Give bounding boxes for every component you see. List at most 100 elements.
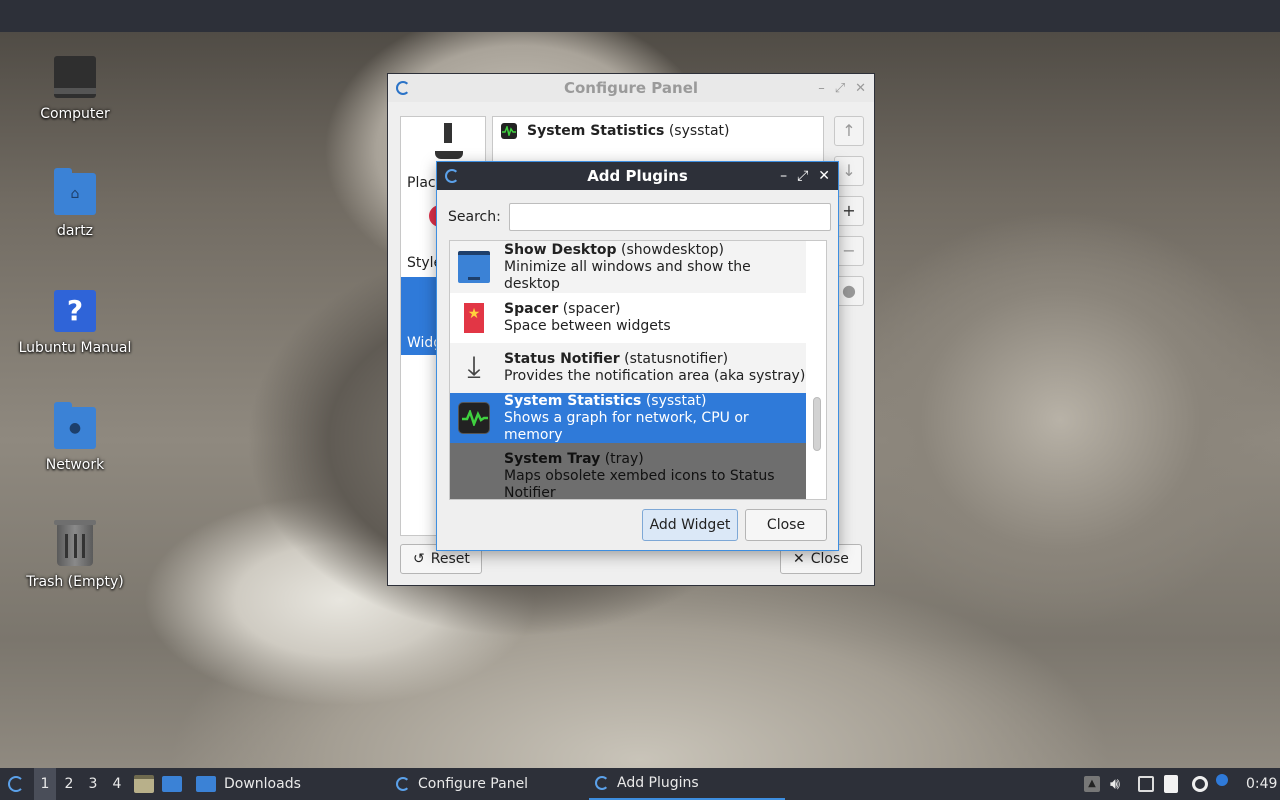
- tray-network[interactable]: [1138, 768, 1154, 800]
- quicklaunch-show-desktop[interactable]: [162, 768, 182, 800]
- lubuntu-logo-icon: [8, 776, 24, 792]
- quicklaunch-file-manager[interactable]: [134, 768, 154, 800]
- scrollbar[interactable]: [806, 241, 826, 499]
- list-item[interactable]: Spacer (spacer)Space between widgets: [450, 293, 806, 343]
- plugin-name: Status Notifier: [504, 351, 620, 367]
- desktop-icon-computer[interactable]: Computer: [10, 52, 140, 142]
- network-icon: [1138, 776, 1154, 792]
- show-desktop-icon: [162, 776, 182, 792]
- plugin-name: Show Desktop: [504, 241, 617, 258]
- folder-icon: [196, 776, 216, 792]
- desktop-icon-label: Lubuntu Manual: [18, 340, 132, 356]
- wrench-icon: [435, 123, 463, 159]
- close-icon[interactable]: ✕: [855, 81, 866, 96]
- minimize-icon[interactable]: –: [780, 168, 787, 184]
- clock[interactable]: 0:49: [1246, 768, 1277, 800]
- home-folder-icon: ⌂: [54, 168, 96, 215]
- lubuntu-logo-icon: [595, 776, 609, 790]
- window-titlebar[interactable]: Configure Panel – ⤢ ✕: [388, 74, 874, 102]
- desktop-icon-network[interactable]: ● Network: [10, 402, 140, 493]
- plugin-id: (statusnotifier): [624, 351, 729, 367]
- desktop-icon-label: dartz: [56, 223, 94, 239]
- sysstat-icon: [458, 402, 490, 434]
- task-label: Downloads: [224, 776, 301, 792]
- move-up-button[interactable]: ↑: [834, 116, 864, 146]
- desktop-icon-label: Computer: [40, 106, 110, 122]
- search-label: Search:: [448, 209, 501, 225]
- plugin-name: System Statistics: [504, 392, 642, 409]
- desktop-icon-trash[interactable]: Trash (Empty): [10, 520, 140, 610]
- tray-volume[interactable]: 🔊︎: [1110, 768, 1120, 800]
- close-icon: ✕: [793, 551, 805, 567]
- add-plugins-dialog: Add Plugins – ⤢ ✕ Search: Show Desktop (…: [436, 161, 839, 551]
- add-widget-button[interactable]: Add Widget: [642, 509, 738, 541]
- desktop-switch-4[interactable]: 4: [106, 768, 128, 800]
- chevron-up-icon: ▲: [1084, 776, 1100, 792]
- list-item-selected[interactable]: System Statistics (sysstat) Shows a graph…: [450, 393, 806, 443]
- dialog-titlebar[interactable]: Add Plugins – ⤢ ✕: [437, 162, 838, 190]
- start-menu-button[interactable]: [4, 768, 28, 800]
- plugin-name: Spacer: [504, 301, 559, 317]
- reset-label: Reset: [430, 551, 470, 567]
- minimize-icon[interactable]: –: [818, 81, 825, 96]
- plugin-list[interactable]: Show Desktop (showdesktop) Minimize all w…: [449, 240, 827, 500]
- plugin-name: System Statistics: [527, 123, 665, 139]
- lubuntu-logo-icon: [396, 777, 410, 791]
- desktop-switch-1[interactable]: 1: [34, 768, 56, 800]
- list-item[interactable]: Show Desktop (showdesktop) Minimize all w…: [450, 241, 806, 293]
- plugin-name: System Tray: [504, 451, 601, 467]
- plugin-desc: Maps obsolete xembed icons to Status Not…: [504, 468, 775, 500]
- volume-icon: 🔊︎: [1110, 774, 1121, 793]
- task-configure-panel[interactable]: Configure Panel: [390, 768, 534, 800]
- desktop-icon-manual[interactable]: ? Lubuntu Manual: [10, 286, 140, 376]
- sysstat-icon: [501, 123, 517, 139]
- plugin-id: (spacer): [562, 301, 621, 317]
- search-input[interactable]: [508, 203, 831, 231]
- help-icon: ?: [54, 290, 96, 332]
- plugin-desc: Shows a graph for network, CPU or memory: [504, 409, 749, 443]
- taskbar: 1 2 3 4 Downloads Configure Panel Add Pl…: [0, 768, 1280, 800]
- update-icon: [1192, 776, 1208, 792]
- plugin-id: (sysstat): [668, 123, 730, 139]
- list-item[interactable]: System Tray (tray) Maps obsolete xembed i…: [450, 443, 806, 500]
- file-manager-icon: [134, 775, 154, 793]
- desktop-icon-home[interactable]: ⌂ dartz: [10, 168, 140, 259]
- tray-updates[interactable]: [1192, 768, 1208, 800]
- tray-icon: [458, 457, 490, 489]
- download-arrow-icon: ⤓: [467, 350, 481, 385]
- dialog-title: Add Plugins: [587, 167, 688, 185]
- desktop-icon-label: Trash (Empty): [26, 574, 124, 590]
- plugin-desc: Space between widgets: [504, 318, 671, 334]
- plugin-desc: Minimize all windows and show the deskto…: [504, 258, 751, 292]
- maximize-icon[interactable]: ⤢: [835, 81, 845, 96]
- desktop-switch-2[interactable]: 2: [58, 768, 80, 800]
- trash-icon: [54, 520, 96, 566]
- undo-icon: ↺: [413, 551, 425, 567]
- window-title: Configure Panel: [563, 79, 699, 97]
- task-downloads[interactable]: Downloads: [190, 768, 307, 800]
- top-bar: [0, 0, 1280, 32]
- desktop-icon-label: Network: [45, 457, 105, 473]
- clipboard-icon: [1164, 775, 1178, 793]
- tray-notifications[interactable]: [1216, 768, 1228, 800]
- show-desktop-icon: [458, 251, 490, 283]
- network-folder-icon: ●: [54, 402, 96, 449]
- close-icon[interactable]: ✕: [818, 168, 830, 184]
- list-item[interactable]: System Statistics (sysstat): [493, 117, 823, 145]
- plugin-id: (showdesktop): [621, 241, 724, 258]
- task-label: Configure Panel: [418, 776, 529, 792]
- maximize-icon[interactable]: ⤢: [797, 168, 808, 184]
- desktop-switch-3[interactable]: 3: [82, 768, 104, 800]
- plugin-id: (sysstat): [645, 392, 707, 409]
- close-button[interactable]: Close: [745, 509, 827, 541]
- scrollbar-thumb[interactable]: [813, 397, 821, 451]
- tray-show-hidden[interactable]: ▲: [1084, 768, 1100, 800]
- lubuntu-logo-icon: [445, 169, 459, 183]
- close-label: Close: [810, 551, 849, 567]
- computer-icon: [54, 56, 96, 98]
- task-label: Add Plugins: [617, 775, 699, 791]
- list-item[interactable]: ⤓ Status Notifier (statusnotifier) Provid…: [450, 343, 806, 393]
- tray-clipboard[interactable]: [1164, 768, 1178, 800]
- task-add-plugins[interactable]: Add Plugins: [589, 768, 785, 800]
- spacer-icon: [464, 303, 484, 333]
